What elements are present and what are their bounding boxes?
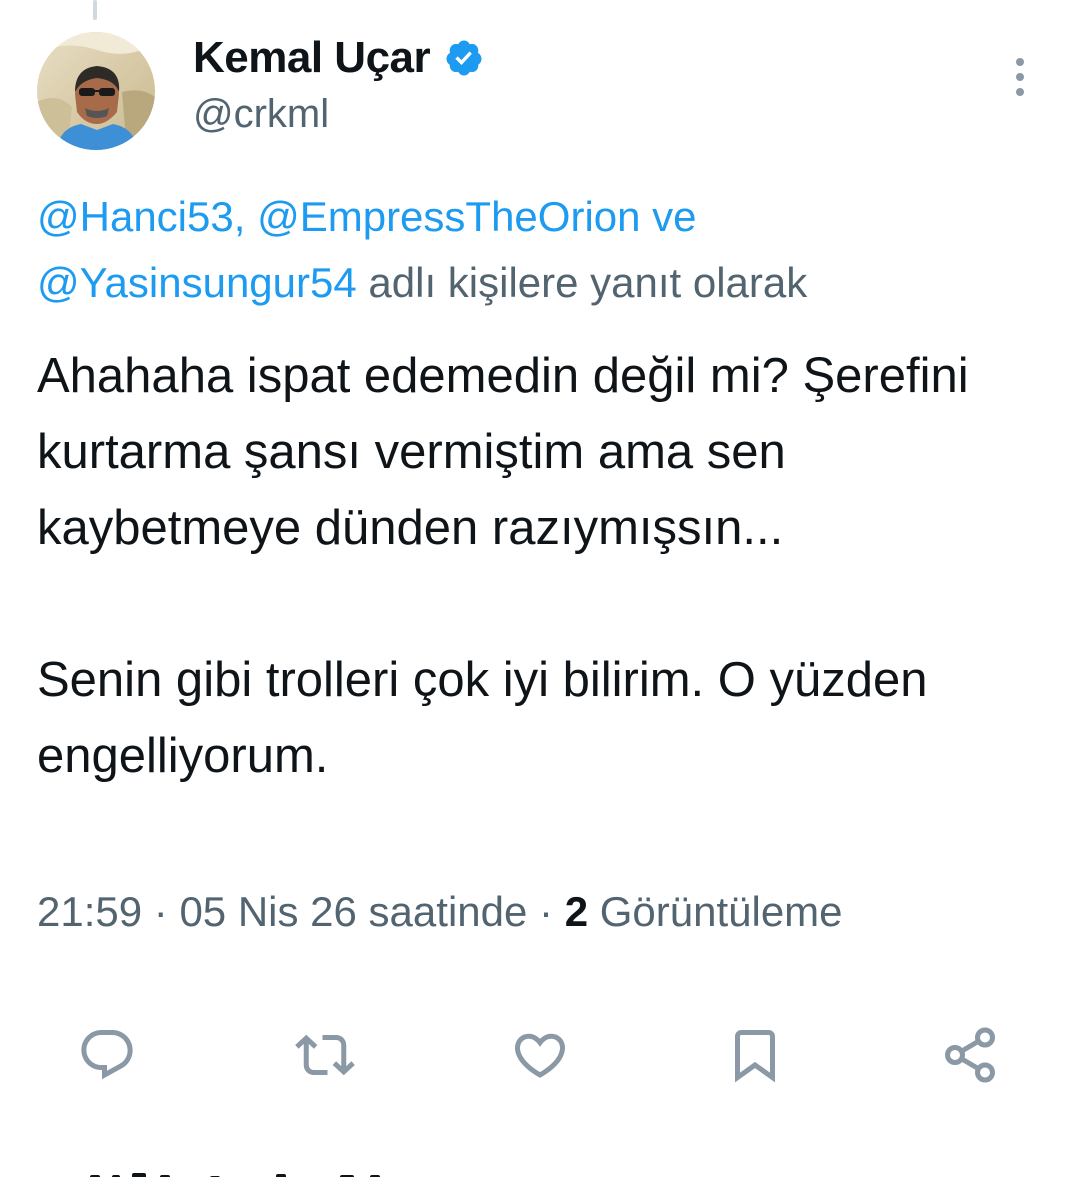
author-display-name[interactable]: Kemal Uçar (193, 33, 431, 83)
reply-icon (81, 1030, 133, 1080)
cropped-text-fragment (90, 1173, 380, 1177)
retweet-icon (295, 1034, 355, 1076)
verified-badge-icon (446, 40, 482, 76)
meta-separator: · (153, 888, 168, 935)
share-icon (945, 1027, 995, 1083)
tweet-paragraph: Ahahaha ispat edemedin değil mi? Şerefin… (37, 349, 969, 555)
views-count[interactable]: 2 (565, 888, 588, 935)
tweet-meta: 21:59 · 05 Nis 26 saatinde · 2 Görüntüle… (37, 888, 843, 936)
tweet-detail: Kemal Uçar @crkml @Hanci53, @EmpressTheO… (0, 0, 1080, 1177)
next-content-peek (90, 1168, 390, 1177)
bookmark-icon (735, 1030, 775, 1083)
thread-connector-line (93, 0, 97, 20)
tweet-paragraph: Senin gibi trolleri çok iyi bilirim. O y… (37, 653, 928, 783)
mention-link[interactable]: @Hanci53 (37, 193, 234, 240)
like-button[interactable] (505, 1020, 575, 1090)
retweet-button[interactable] (290, 1020, 360, 1090)
tweet-action-bar (0, 1020, 1080, 1090)
more-vertical-icon (1016, 58, 1024, 96)
mention-separator: , (233, 193, 246, 240)
author-name-row[interactable]: Kemal Uçar (193, 30, 484, 86)
author-handle[interactable]: @crkml (193, 92, 329, 137)
heart-icon (514, 1033, 566, 1078)
mention-link[interactable]: @Yasinsungur54 (37, 259, 357, 306)
mention-link[interactable]: @EmpressTheOrion (257, 193, 640, 240)
tweet-body: Ahahaha ispat edemedin değil mi? Şerefin… (37, 338, 1047, 794)
bookmark-button[interactable] (720, 1020, 790, 1090)
tweet-time[interactable]: 21:59 (37, 888, 142, 935)
mention-conjunction: ve (652, 193, 697, 240)
more-options-button[interactable] (1000, 52, 1040, 102)
views-label[interactable]: Görüntüleme (600, 888, 843, 935)
tweet-date[interactable]: 05 Nis 26 saatinde (179, 888, 527, 935)
meta-separator: · (539, 888, 554, 935)
share-button[interactable] (935, 1020, 1005, 1090)
replying-to-suffix: adlı kişilere yanıt olarak (368, 259, 808, 306)
reply-button[interactable] (72, 1020, 142, 1090)
avatar[interactable] (37, 32, 155, 150)
avatar-image (37, 32, 155, 150)
replying-to-line: @Hanci53, @EmpressTheOrion ve @Yasinsung… (37, 184, 1047, 316)
